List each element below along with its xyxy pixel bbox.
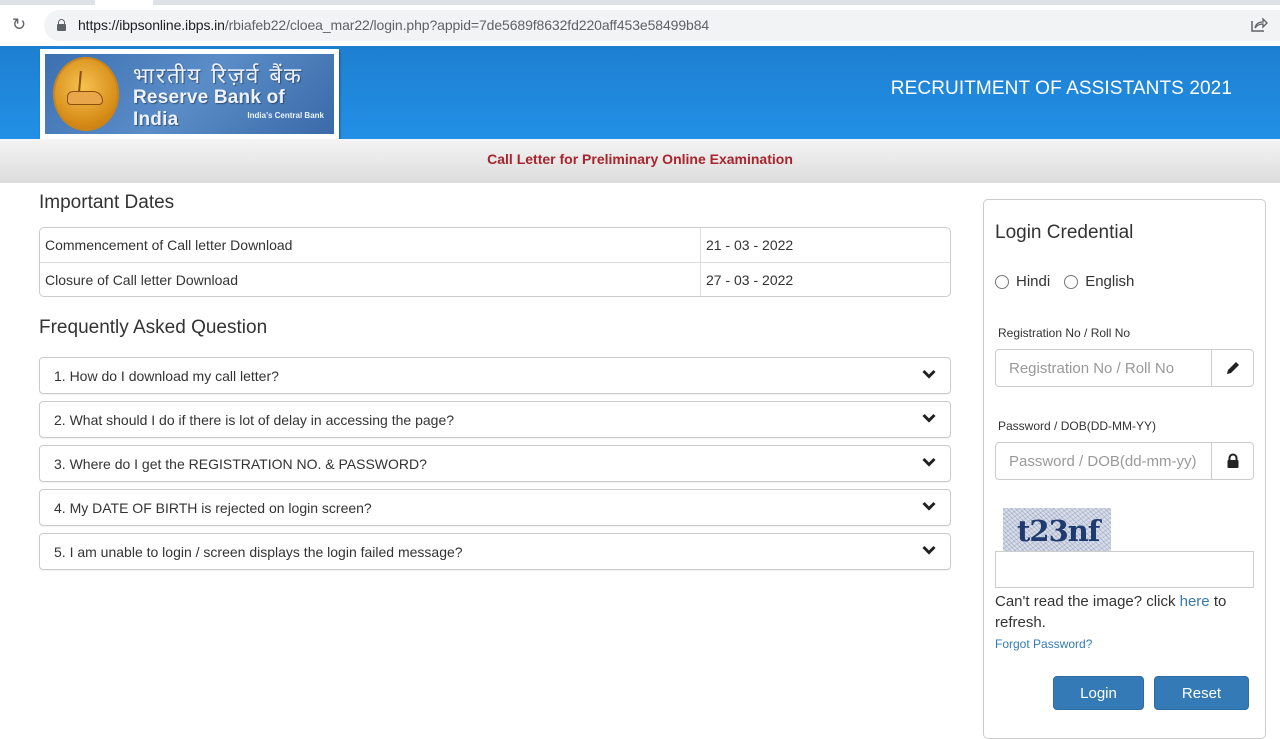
radio-english-label[interactable]: English	[1085, 273, 1134, 290]
login-panel: Login Credential Hindi English Registrat…	[983, 199, 1266, 739]
faq-question: 2. What should I do if there is lot of d…	[54, 412, 455, 428]
login-button[interactable]: Login	[1053, 676, 1144, 710]
browser-toolbar: ↻ https://ibpsonline.ibps.in/rbiafeb22/c…	[0, 5, 1280, 46]
reset-button[interactable]: Reset	[1154, 676, 1249, 710]
date-value: 27 - 03 - 2022	[706, 272, 794, 288]
rbi-logo: भारतीय रिज़र्व बैंक Reserve Bank of Indi…	[40, 49, 339, 139]
password-input-group	[995, 442, 1254, 480]
faq-item[interactable]: 3. Where do I get the REGISTRATION NO. &…	[39, 445, 951, 482]
lock-icon[interactable]	[57, 19, 66, 31]
password-label: Password / DOB(DD-MM-YY)	[998, 419, 1157, 433]
url-text[interactable]: https://ibpsonline.ibps.in/rbiafeb22/clo…	[78, 17, 709, 33]
chevron-down-icon[interactable]	[922, 456, 936, 468]
faq-question: 5. I am unable to login / screen display…	[54, 544, 463, 560]
captcha-text: t23nf	[1017, 514, 1100, 548]
url-path: /rbiafeb22/cloea_mar22/login.php?appid=7…	[224, 17, 710, 33]
captcha-image: t23nf	[1003, 508, 1111, 552]
registration-input[interactable]	[996, 350, 1211, 386]
date-value: 21 - 03 - 2022	[706, 237, 794, 253]
share-icon[interactable]	[1250, 17, 1268, 33]
captcha-refresh-text: Can't read the image? click here to refr…	[995, 591, 1255, 633]
faq-question: 3. Where do I get the REGISTRATION NO. &…	[54, 456, 427, 472]
faq-item[interactable]: 5. I am unable to login / screen display…	[39, 533, 951, 570]
address-bar[interactable]: https://ibpsonline.ibps.in/rbiafeb22/clo…	[44, 10, 1280, 41]
forgot-password-link[interactable]: Forgot Password?	[995, 637, 1092, 651]
chevron-down-icon[interactable]	[922, 368, 936, 380]
radio-hindi[interactable]	[995, 274, 1009, 289]
password-input[interactable]	[996, 443, 1211, 479]
subheader: Call Letter for Preliminary Online Exami…	[0, 139, 1280, 183]
lock-icon	[1211, 443, 1253, 479]
radio-english[interactable]	[1064, 274, 1079, 289]
logo-hindi-text: भारतीय रिज़र्व बैंक	[133, 64, 303, 89]
rbi-emblem-icon	[53, 57, 119, 131]
table-row: Closure of Call letter Download 27 - 03 …	[40, 262, 950, 296]
faq-heading: Frequently Asked Question	[39, 317, 268, 338]
captcha-refresh-link[interactable]: here	[1180, 593, 1210, 610]
login-title: Login Credential	[995, 222, 1134, 243]
important-dates-heading: Important Dates	[39, 192, 175, 213]
url-host: https://ibpsonline.ibps.in	[78, 17, 225, 33]
radio-hindi-label[interactable]: Hindi	[1016, 273, 1050, 290]
faq-question: 1. How do I download my call letter?	[54, 368, 279, 384]
reload-icon[interactable]: ↻	[9, 15, 29, 35]
faq-question: 4. My DATE OF BIRTH is rejected on login…	[54, 500, 372, 516]
refresh-prefix: Can't read the image? click	[995, 593, 1180, 610]
site-header: भारतीय रिज़र्व बैंक Reserve Bank of Indi…	[0, 46, 1280, 139]
logo-tagline: India's Central Bank	[247, 111, 324, 120]
registration-label: Registration No / Roll No	[998, 326, 1131, 340]
table-row: Commencement of Call letter Download 21 …	[40, 228, 950, 262]
chevron-down-icon[interactable]	[922, 500, 936, 512]
pencil-icon	[1211, 350, 1253, 386]
date-label: Commencement of Call letter Download	[40, 228, 701, 262]
faq-item[interactable]: 1. How do I download my call letter?	[39, 357, 951, 394]
logo-english-text: Reserve Bank of India	[133, 87, 285, 130]
chevron-down-icon[interactable]	[922, 412, 936, 424]
important-dates-table: Commencement of Call letter Download 21 …	[39, 227, 951, 297]
recruitment-title: RECRUITMENT OF ASSISTANTS 2021	[890, 78, 1232, 99]
chevron-down-icon[interactable]	[922, 544, 936, 556]
date-label: Closure of Call letter Download	[40, 263, 701, 296]
registration-input-group	[995, 349, 1254, 387]
page-title: Call Letter for Preliminary Online Exami…	[487, 151, 793, 167]
faq-item[interactable]: 4. My DATE OF BIRTH is rejected on login…	[39, 489, 951, 526]
language-selector: Hindi English	[995, 273, 1148, 290]
faq-item[interactable]: 2. What should I do if there is lot of d…	[39, 401, 951, 438]
captcha-input[interactable]	[995, 551, 1254, 588]
